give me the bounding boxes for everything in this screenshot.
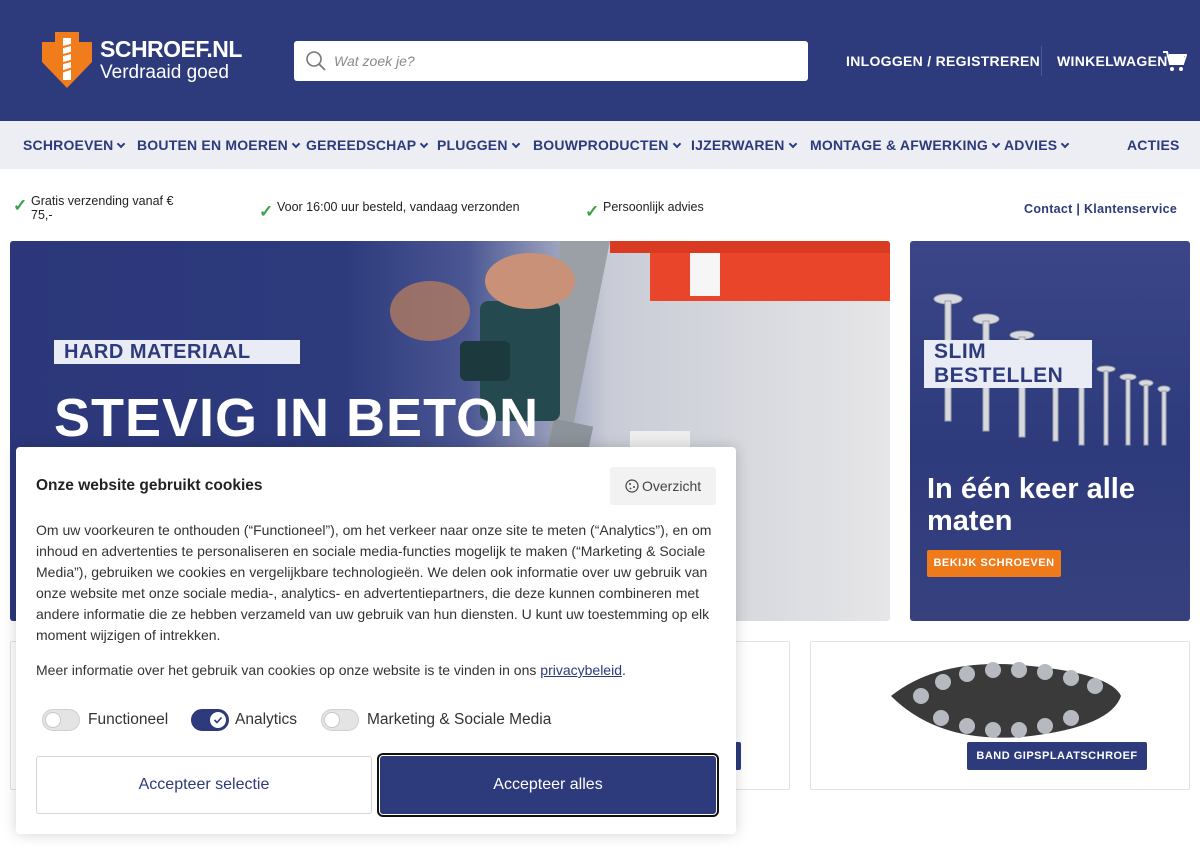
nav-item-advies[interactable]: ADVIES bbox=[1004, 137, 1070, 153]
promo-banner[interactable]: SLIM BESTELLEN In één keer alle maten BE… bbox=[910, 241, 1190, 621]
nav-item-ijzerwaren[interactable]: IJZERWAREN bbox=[691, 137, 797, 153]
nav-item-bouwproducten[interactable]: BOUWPRODUCTEN bbox=[533, 137, 681, 153]
chevron-down-icon bbox=[788, 139, 797, 149]
toggle-knob bbox=[324, 712, 340, 728]
overview-button[interactable]: Overzicht bbox=[610, 467, 716, 505]
klantenservice-link[interactable]: Klantenservice bbox=[1084, 202, 1177, 216]
search-input[interactable] bbox=[334, 41, 794, 81]
logo-tagline: Verdraaid goed bbox=[100, 62, 229, 83]
chevron-down-icon bbox=[117, 139, 126, 149]
checkmark-icon: ✓ bbox=[259, 202, 274, 221]
site-header: SCHROEF.NL Verdraaid goed INLOGGEN / REG… bbox=[0, 0, 1200, 121]
chevron-down-icon bbox=[420, 139, 429, 149]
accept-all-button[interactable]: Accepteer alles bbox=[377, 753, 719, 817]
cookie-description: Om uw voorkeuren te onthouden (“Function… bbox=[36, 522, 712, 643]
logo-name: SCHROEF.NL bbox=[100, 36, 242, 62]
header-divider bbox=[1041, 46, 1042, 76]
product-tile[interactable]: BAND GIPSPLAATSCHROEF bbox=[810, 641, 1190, 790]
hero-title: STEVIG IN BETON bbox=[54, 388, 540, 448]
login-register-link[interactable]: INLOGGEN / REGISTREREN bbox=[846, 53, 1040, 69]
accept-selection-button[interactable]: Accepteer selectie bbox=[36, 756, 372, 814]
toggle-switch[interactable] bbox=[191, 709, 229, 731]
band-gipsplaatschroef-button[interactable]: BAND GIPSPLAATSCHROEF bbox=[967, 742, 1147, 770]
hero-tag: HARD MATERIAAL bbox=[54, 340, 300, 364]
main-nav: SCHROEVEN BOUTEN EN MOEREN GEREEDSCHAP P… bbox=[0, 121, 1200, 169]
promo-tag: SLIM BESTELLEN bbox=[924, 340, 1092, 388]
promo-title: In één keer alle maten bbox=[927, 473, 1135, 537]
contact-link[interactable]: Contact bbox=[1024, 202, 1073, 216]
toggle-knob bbox=[45, 712, 61, 728]
cookie-more-info: Meer informatie over het gebruik van coo… bbox=[36, 662, 626, 678]
nav-item-bouten-en-moeren[interactable]: BOUTEN EN MOEREN bbox=[137, 137, 301, 153]
cookie-title: Onze website gebruikt cookies bbox=[36, 477, 263, 494]
nav-item-montage-afwerking[interactable]: MONTAGE & AFWERKING bbox=[810, 137, 1001, 153]
check-icon bbox=[213, 716, 223, 724]
band-screws-image bbox=[891, 662, 1121, 738]
cart-icon[interactable] bbox=[1163, 50, 1187, 72]
nav-item-schroeven[interactable]: SCHROEVEN bbox=[23, 137, 126, 153]
checkmark-icon: ✓ bbox=[585, 202, 600, 221]
chevron-down-icon bbox=[1061, 139, 1070, 149]
screws-image bbox=[933, 293, 1171, 446]
service-links: Contact | Klantenservice bbox=[1024, 202, 1177, 216]
search-bar bbox=[294, 41, 808, 81]
toggle-switch[interactable] bbox=[42, 709, 80, 731]
cookie-dialog: Onze website gebruikt cookies Overzicht … bbox=[16, 447, 736, 834]
chevron-down-icon bbox=[511, 139, 520, 149]
cookie-icon bbox=[625, 479, 639, 493]
chevron-down-icon bbox=[672, 139, 681, 149]
nav-item-gereedschap[interactable]: GEREEDSCHAP bbox=[306, 137, 429, 153]
checkmark-icon: ✓ bbox=[13, 196, 28, 215]
site-logo[interactable]: SCHROEF.NL Verdraaid goed bbox=[42, 32, 242, 90]
chevron-down-icon bbox=[291, 139, 301, 149]
chevron-down-icon bbox=[991, 139, 1001, 149]
nav-item-pluggen[interactable]: PLUGGEN bbox=[437, 137, 520, 153]
search-icon[interactable] bbox=[305, 50, 327, 72]
cart-link[interactable]: WINKELWAGEN bbox=[1057, 53, 1168, 69]
toggle-switch[interactable] bbox=[321, 709, 359, 731]
toggle-knob bbox=[210, 712, 226, 728]
view-screws-button[interactable]: BEKIJK SCHROEVEN bbox=[927, 550, 1061, 577]
privacy-policy-link[interactable]: privacybeleid bbox=[540, 662, 622, 678]
nav-item-acties[interactable]: ACTIES bbox=[1127, 137, 1180, 153]
link-separator: | bbox=[1072, 202, 1084, 216]
screw-logo-icon bbox=[42, 32, 92, 88]
